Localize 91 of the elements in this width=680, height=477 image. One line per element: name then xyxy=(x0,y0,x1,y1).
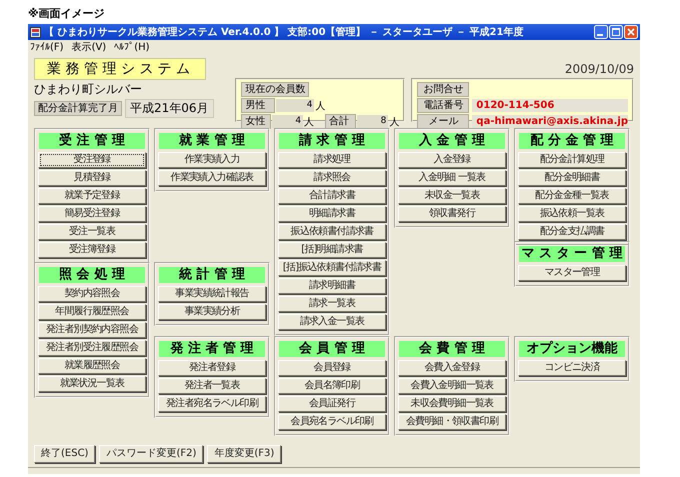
app-icon xyxy=(30,26,41,38)
menu-button[interactable]: 請求一覧表 xyxy=(278,296,386,312)
menu-button[interactable]: 作業実績入力 xyxy=(158,152,266,168)
group-heading: 受 注 管 理 xyxy=(39,133,145,149)
unit-label: 人 xyxy=(315,100,326,112)
menu-button[interactable]: 合計請求書 xyxy=(278,188,386,204)
menu-button[interactable]: 事業実績分析 xyxy=(158,304,266,320)
menu-button[interactable]: 簡易受注登録 xyxy=(38,206,146,222)
maximize-icon[interactable] xyxy=(609,25,623,39)
field-label: 男性 xyxy=(241,98,276,113)
menu-button[interactable]: 領収書発行 xyxy=(398,206,506,222)
caption: ※画面イメージ xyxy=(28,6,105,21)
menu-button[interactable]: 入金明細 一覧表 xyxy=(398,170,506,186)
month-value: 平成21年06月 xyxy=(125,99,214,118)
function-key-button[interactable]: 終了(ESC) xyxy=(34,445,96,463)
menu-button[interactable]: 会員宛名ラベル印刷 xyxy=(278,414,386,430)
menu-button[interactable]: 請求処理 xyxy=(278,152,386,168)
menu-button[interactable]: 配分金金種一覧表 xyxy=(518,188,626,204)
close-icon[interactable] xyxy=(624,25,638,39)
group-heading: 統 計 管 理 xyxy=(159,267,265,283)
count-value: 8 xyxy=(356,115,388,128)
menu-button[interactable]: 未収金一覧表 xyxy=(398,188,506,204)
group-heading: 会 費 管 理 xyxy=(399,341,505,357)
menu-button[interactable]: 配分金支払調書 xyxy=(518,224,626,240)
group-heading: マ ス タ ー 管 理 xyxy=(519,246,625,262)
menu-button[interactable]: 作業実績入力確認表 xyxy=(158,170,266,186)
menu-button[interactable]: 請求照会 xyxy=(278,170,386,186)
menu-button[interactable]: 発注者別契約内容照会 xyxy=(38,322,146,338)
menu-item[interactable]: ﾌｧｲﾙ(F) xyxy=(30,41,64,53)
field-label: お問合せ xyxy=(417,82,470,97)
menu-button[interactable]: 就業状況一覧表 xyxy=(38,376,146,392)
field-label: 配分金計算完了月 xyxy=(34,101,122,116)
menu-button[interactable]: 振込依頼書付請求書 xyxy=(278,224,386,240)
unit-label: 人 xyxy=(304,116,314,128)
menu-button[interactable]: 会費入金明細一覧表 xyxy=(398,378,506,394)
group-heading: 発 注 者 管 理 xyxy=(159,341,265,357)
menu-item[interactable]: ﾍﾙﾌﾟ(H) xyxy=(114,41,150,53)
group-heading: 請 求 管 理 xyxy=(279,133,385,149)
menu-button[interactable]: 会員証発行 xyxy=(278,396,386,412)
field-label: メール xyxy=(417,114,470,129)
menu-button[interactable]: 年間履行履歴照会 xyxy=(38,304,146,320)
menu-button[interactable]: [括]明細請求書 xyxy=(278,242,386,258)
contact-value: 0120-114-506 xyxy=(472,99,628,112)
menu-button[interactable]: 未収会費明細一覧表 xyxy=(398,396,506,412)
menu-button[interactable]: コンビニ決済 xyxy=(518,360,626,376)
menu-button[interactable]: マスター管理 xyxy=(518,265,626,281)
menu-button[interactable]: 会員名簿印刷 xyxy=(278,378,386,394)
field-label: 現在の会員数 xyxy=(241,82,310,97)
menu-button[interactable]: 配分金計算処理 xyxy=(518,152,626,168)
menu-button[interactable]: 会費入金登録 xyxy=(398,360,506,376)
menu-button[interactable]: 発注者一覧表 xyxy=(158,378,266,394)
group-heading: 照 会 処 理 xyxy=(39,267,145,283)
contact-value: qa-himawari@axis.akina.jp xyxy=(472,115,628,128)
count-value: 4 xyxy=(272,115,304,128)
menu-item[interactable]: 表示(V) xyxy=(72,40,106,54)
window-title: 【 ひまわりサークル業務管理システム Ver.4.0.0 】 支部:00【管理】 － スタータユーザ － 平成21年度 xyxy=(44,25,524,39)
group-heading: オプション機能 xyxy=(519,341,625,357)
function-key-button[interactable]: パスワード変更(F2) xyxy=(99,445,204,463)
menu-button[interactable]: [括]振込依頼書付請求書 xyxy=(278,260,386,276)
function-key-button[interactable]: 年度変更(F3) xyxy=(207,445,282,463)
group-heading: 入 金 管 理 xyxy=(399,133,505,149)
menu-button[interactable]: 受注簿登録 xyxy=(38,242,146,258)
menu-button[interactable]: 入金登録 xyxy=(398,152,506,168)
menu-button[interactable]: 就業履歴照会 xyxy=(38,358,146,374)
menu-button[interactable]: 振込依頼一覧表 xyxy=(518,206,626,222)
menu-button[interactable]: 明細請求書 xyxy=(278,206,386,222)
menu-button[interactable]: 受注一覧表 xyxy=(38,224,146,240)
field-label: 女性 xyxy=(241,114,271,129)
count-value: 4 xyxy=(276,99,314,112)
menu-button[interactable]: 発注者登録 xyxy=(158,360,266,376)
system-title: 業 務 管 理 シ ス テ ム xyxy=(34,58,206,80)
menu-button[interactable]: 配分金明細書 xyxy=(518,170,626,186)
menu-button[interactable]: 見積登録 xyxy=(38,170,146,186)
group-heading: 就 業 管 理 xyxy=(159,133,265,149)
minimize-icon[interactable] xyxy=(594,25,608,39)
menu-button[interactable]: 就業予定登録 xyxy=(38,188,146,204)
menu-button[interactable]: 会員登録 xyxy=(278,360,386,376)
organization-name: ひまわり町シルバー xyxy=(34,81,143,98)
unit-label: 人 xyxy=(389,116,400,128)
field-label: 電話番号 xyxy=(417,98,470,113)
menu-button[interactable]: 請求明細書 xyxy=(278,278,386,294)
group-heading: 配 分 金 管 理 xyxy=(519,133,625,149)
field-label: 合計 xyxy=(325,114,356,129)
menu-button[interactable]: 発注者別受注履歴照会 xyxy=(38,340,146,356)
date-label: 2009/10/09 xyxy=(564,62,634,76)
menu-button[interactable]: 会費明細・領収書印刷 xyxy=(398,414,506,430)
menu-button[interactable]: 契約内容照会 xyxy=(38,286,146,302)
group-heading: 会 員 管 理 xyxy=(279,341,385,357)
menu-button[interactable]: 発注者宛名ラベル印刷 xyxy=(158,396,266,412)
menu-button[interactable]: 事業実績統計報告 xyxy=(158,286,266,302)
menu-button[interactable]: 請求入金一覧表 xyxy=(278,314,386,330)
